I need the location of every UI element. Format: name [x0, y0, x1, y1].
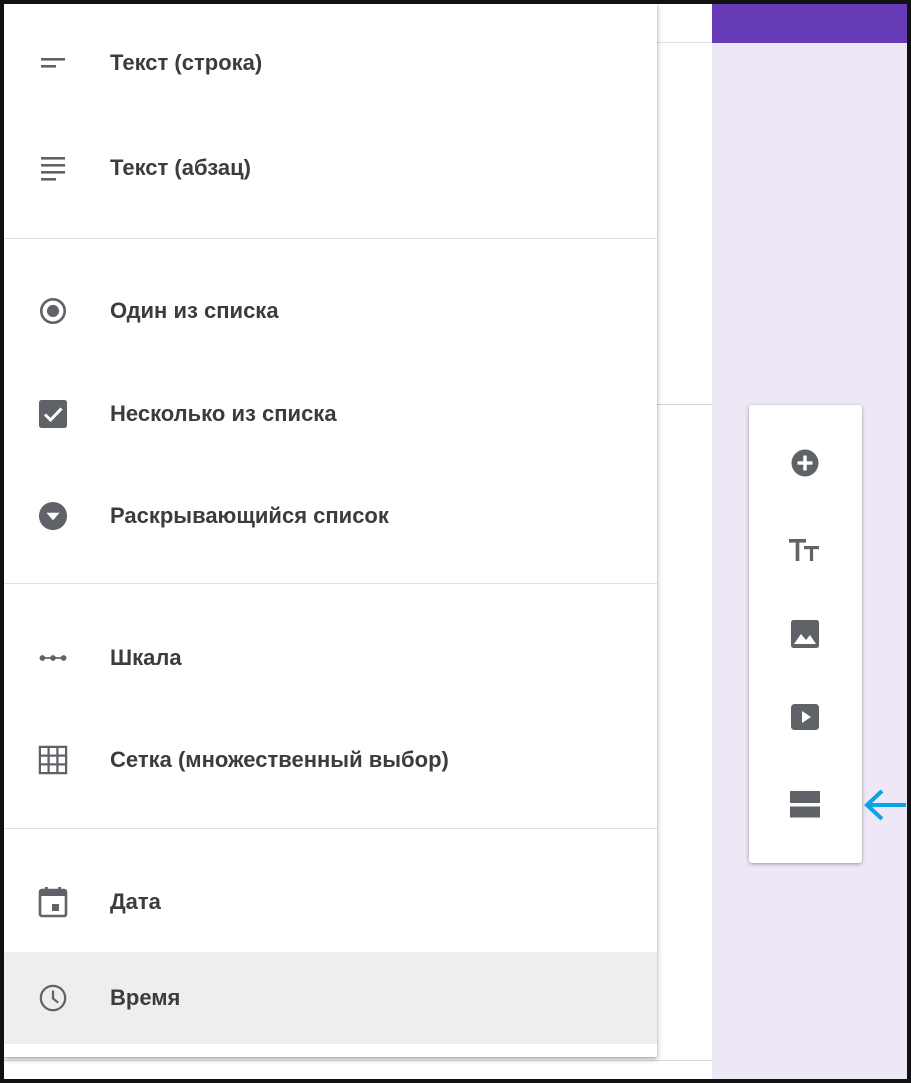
add-video-button[interactable]: [771, 690, 839, 748]
checkbox-icon: [38, 399, 68, 429]
menu-item-label: Сетка (множественный выбор): [110, 747, 449, 772]
form-header-bar: [712, 4, 907, 43]
paragraph-icon: [38, 153, 68, 183]
card-edge-line: [657, 42, 712, 43]
menu-item-label: Время: [110, 985, 181, 1010]
menu-divider: [4, 238, 657, 239]
add-question-button[interactable]: [771, 436, 839, 494]
add-question-icon: [790, 448, 820, 483]
menu-item-paragraph[interactable]: Текст (абзац): [4, 121, 657, 215]
add-image-icon: [790, 619, 820, 654]
grid-icon: [38, 745, 68, 775]
menu-item-label: Раскрывающийся список: [110, 503, 389, 528]
menu-divider: [4, 583, 657, 584]
clock-icon: [38, 983, 68, 1013]
menu-item-linear-scale[interactable]: Шкала: [4, 604, 657, 711]
question-type-menu: Текст (строка) Текст (абзац) Один из спи…: [4, 4, 657, 1057]
add-section-icon: [789, 789, 821, 824]
menu-item-grid[interactable]: Сетка (множественный выбор): [4, 711, 657, 809]
add-video-icon: [790, 702, 820, 737]
menu-item-label: Несколько из списка: [110, 401, 337, 426]
menu-item-multiple-choice[interactable]: Один из списка: [4, 259, 657, 363]
floating-toolbar: [749, 405, 862, 863]
menu-item-date[interactable]: Дата: [4, 852, 657, 952]
menu-item-dropdown[interactable]: Раскрывающийся список: [4, 465, 657, 567]
add-section-button[interactable]: [771, 777, 839, 835]
menu-divider: [4, 828, 657, 829]
calendar-icon: [38, 887, 68, 918]
card-edge-line: [657, 404, 712, 405]
menu-item-label: Шкала: [110, 644, 182, 670]
linear-scale-icon: [38, 643, 68, 673]
radio-button-icon: [38, 296, 68, 326]
add-title-button[interactable]: [771, 523, 839, 581]
card-edge-line: [4, 1060, 712, 1061]
short-text-icon: [38, 48, 68, 78]
menu-item-checkboxes[interactable]: Несколько из списка: [4, 363, 657, 465]
dropdown-icon: [38, 501, 68, 531]
annotation-arrow: [862, 785, 908, 825]
menu-item-label: Текст (строка): [110, 49, 263, 75]
add-title-icon: [788, 536, 822, 569]
add-image-button[interactable]: [771, 607, 839, 665]
menu-item-time[interactable]: Время: [4, 952, 657, 1044]
menu-item-label: Текст (абзац): [110, 155, 252, 180]
menu-item-label: Один из списка: [110, 298, 279, 323]
menu-item-short-answer[interactable]: Текст (строка): [4, 4, 657, 121]
menu-item-label: Дата: [110, 889, 161, 914]
